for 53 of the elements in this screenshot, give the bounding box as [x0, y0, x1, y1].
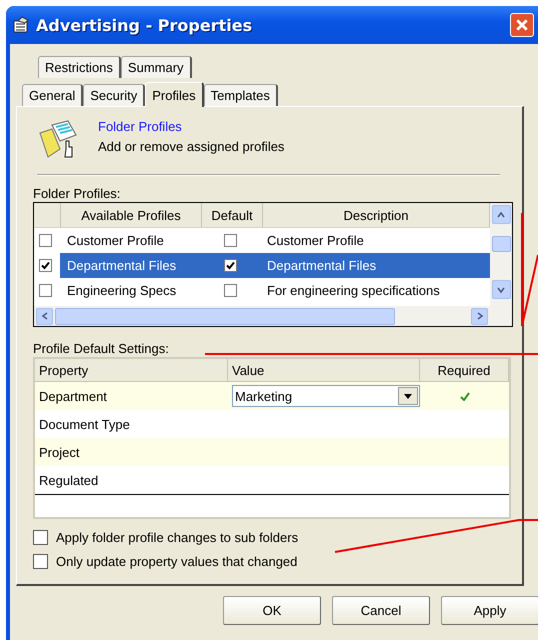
- column-header[interactable]: Available Profiles: [61, 203, 202, 227]
- dialog-button[interactable]: Apply: [441, 596, 538, 625]
- grid-label: Profile Default Settings:: [33, 341, 169, 357]
- column-header[interactable]: Property: [35, 359, 228, 381]
- checkbox[interactable]: [224, 234, 236, 247]
- close-icon: [515, 18, 529, 32]
- property-name: Project: [39, 444, 80, 460]
- value-dropdown[interactable]: Marketing: [232, 385, 420, 407]
- column-header[interactable]: Required: [420, 359, 509, 381]
- property-name: Document Type: [39, 416, 130, 432]
- tab[interactable]: Profiles: [145, 82, 204, 107]
- property-name: Department: [39, 388, 107, 404]
- dialog-button[interactable]: OK: [223, 596, 321, 625]
- window-title: Advertising - Properties: [36, 16, 252, 34]
- column-header[interactable]: Default: [202, 203, 263, 227]
- tab[interactable]: Security: [83, 84, 146, 106]
- option-checkbox[interactable]: Only update property values that changed: [33, 554, 298, 569]
- profile-name: Engineering Specs: [67, 283, 176, 298]
- section-title: Folder Profiles: [98, 119, 182, 134]
- section-description: Add or remove assigned profiles: [98, 139, 284, 154]
- scroll-right-icon: [476, 312, 484, 320]
- column-header[interactable]: Value: [228, 359, 420, 381]
- checkbox[interactable]: [224, 284, 236, 297]
- scroll-down-icon: [497, 286, 505, 294]
- profile-description: Customer Profile: [267, 233, 364, 248]
- scroll-thumb[interactable]: [55, 308, 395, 324]
- properties-icon: [12, 16, 30, 34]
- profile-description: For engineering specifications: [267, 283, 440, 298]
- list-row[interactable]: Customer Profile Customer Profile: [34, 228, 490, 253]
- close-button[interactable]: [510, 13, 534, 37]
- tab[interactable]: Templates: [204, 84, 278, 106]
- horizontal-scrollbar[interactable]: [34, 306, 490, 326]
- checkbox[interactable]: [39, 284, 52, 297]
- scroll-left-icon: [40, 312, 48, 320]
- dialog-button[interactable]: Cancel: [332, 596, 430, 625]
- scroll-thumb[interactable]: [492, 236, 510, 252]
- tab[interactable]: Restrictions: [38, 56, 121, 78]
- list-label: Folder Profiles:: [33, 186, 120, 202]
- checkbox[interactable]: [39, 234, 52, 247]
- list-row[interactable]: Engineering Specs For engineering specifications: [34, 278, 490, 303]
- tab[interactable]: Summary: [120, 56, 192, 78]
- list-row[interactable]: Departmental Files Departmental Files: [34, 253, 490, 278]
- property-name: Regulated: [39, 472, 98, 488]
- profile-description: Departmental Files: [267, 258, 376, 273]
- vertical-scrollbar[interactable]: [490, 203, 512, 326]
- option-checkbox[interactable]: Apply folder profile changes to sub folders: [33, 530, 298, 545]
- dropdown-arrow-icon: [404, 394, 412, 398]
- checkbox[interactable]: [224, 259, 236, 272]
- checkbox[interactable]: [39, 259, 52, 272]
- tab[interactable]: General: [22, 84, 84, 106]
- profile-name: Departmental Files: [67, 258, 176, 273]
- scroll-up-icon: [497, 210, 505, 218]
- profile-name: Customer Profile: [67, 233, 164, 248]
